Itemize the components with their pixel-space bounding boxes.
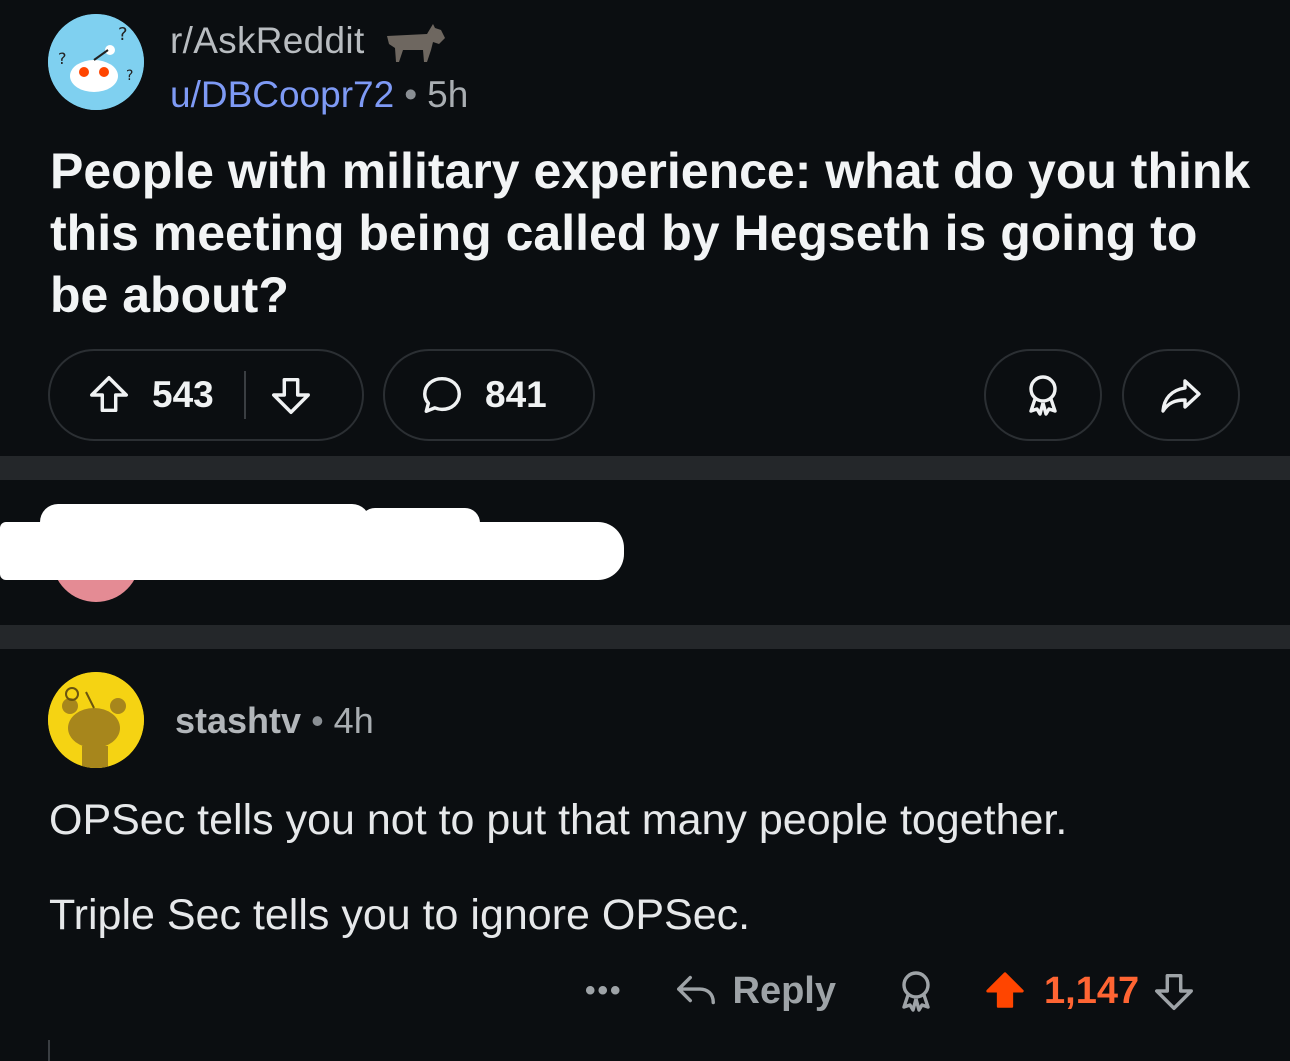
subreddit-name[interactable]: r/AskReddit [170,20,449,64]
vote-bar: 543 [48,349,364,441]
reply-label: Reply [732,969,836,1012]
post-author[interactable]: u/DBCoopr72 [170,74,394,115]
vote-divider [243,371,246,419]
reddit-post-screen: ? ? ? r/AskReddit u/DBCoopr72 • 5h People … [0,0,1290,1061]
comment-author[interactable]: stashtv [175,700,301,741]
snoo-question-icon: ? ? ? [48,14,144,110]
redaction-block [40,504,370,540]
downvote-icon[interactable] [268,372,314,418]
section-divider [0,456,1290,480]
comment-text-line: OPSec tells you not to put that many peo… [49,796,1068,844]
reply-button[interactable]: Reply [673,968,836,1014]
comment-text-line: Triple Sec tells you to ignore OPSec. [49,891,751,939]
comment-meta: stashtv • 4h [175,700,374,742]
redaction-block [360,508,480,538]
comment-icon [423,376,461,414]
downvote-icon[interactable] [1151,968,1197,1014]
post-meta: u/DBCoopr72 • 5h [170,74,468,116]
svg-text:?: ? [118,24,128,45]
meta-separator: • [404,74,418,115]
comment-age: 4h [333,700,374,741]
post-upvote-count: 543 [152,374,214,415]
thread-line [48,1040,50,1061]
svg-text:?: ? [58,49,67,68]
comment-actions: ••• Reply 1,147 [585,960,1245,1022]
comment-score: 1,147 [1044,969,1140,1012]
award-icon [1029,375,1057,416]
award-icon[interactable] [892,967,940,1015]
post-title[interactable]: People with military experience: what do… [50,140,1260,326]
subreddit-label[interactable]: r/AskReddit [170,20,365,61]
post-age: 5h [427,74,469,115]
share-button[interactable] [1122,349,1240,441]
snoo-avatar-icon [48,672,144,768]
upvote-icon[interactable] [86,372,132,418]
post-header: ? ? ? r/AskReddit u/DBCoopr72 • 5h [48,14,748,116]
commenter-avatar[interactable] [48,672,144,768]
subreddit-avatar[interactable]: ? ? ? [48,14,144,110]
share-icon [1161,379,1201,413]
comments-button[interactable]: 841 [383,349,595,441]
award-button[interactable] [984,349,1102,441]
more-options-button[interactable]: ••• [585,974,623,1008]
section-divider [0,625,1290,649]
donkey-flair-icon [387,24,446,63]
meta-separator: • [311,700,324,741]
svg-text:?: ? [126,68,133,84]
reply-icon [676,975,715,1005]
comment-count: 841 [485,374,547,415]
upvote-icon-active[interactable] [982,968,1028,1014]
